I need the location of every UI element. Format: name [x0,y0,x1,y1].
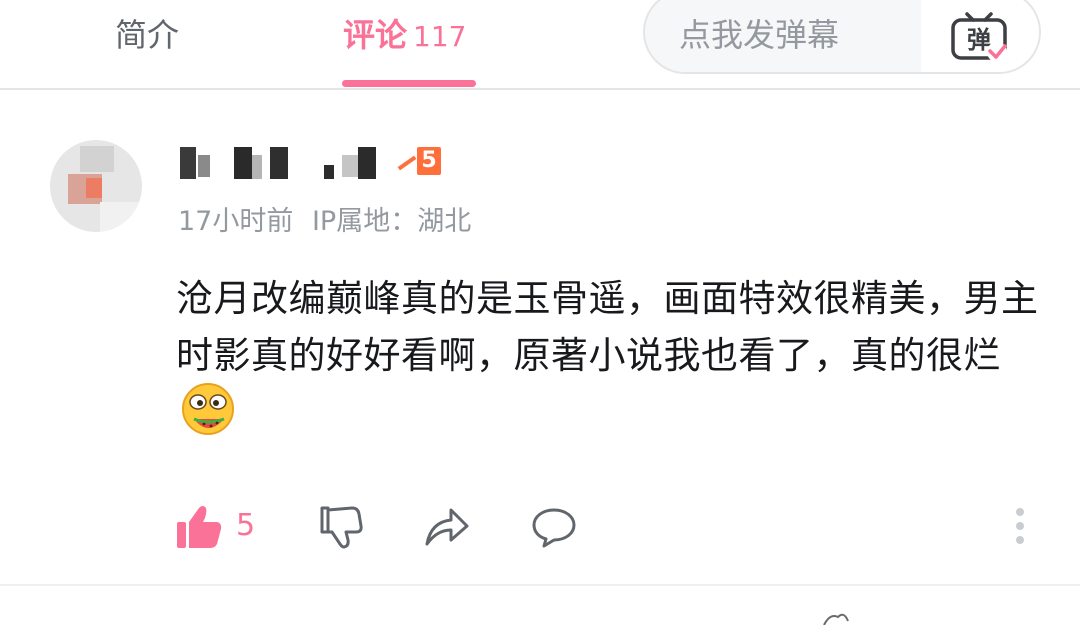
danmaku-input-box[interactable]: 点我发弹幕 弹 [643,0,1041,74]
comment-meta: 17小时前 IP属地：湖北 [178,199,481,238]
comment-divider [0,584,1080,586]
tab-comments[interactable]: 评论 117 [343,10,466,56]
next-comment-avatar-peek [820,610,850,626]
tab-intro-label: 简介 [115,16,180,54]
ip-location: IP属地：湖北 [311,206,472,237]
danmaku-toggle-button[interactable]: 弹 [921,0,1039,72]
reply-button[interactable] [530,504,578,554]
like-count: 5 [236,508,256,543]
tab-comments-label: 评论 [343,16,408,54]
thumbs-up-filled-icon [177,506,222,548]
share-button[interactable] [423,504,471,554]
tab-intro[interactable]: 简介 [115,10,179,56]
level-number: 5 [417,147,441,175]
avatar[interactable] [50,140,142,232]
comment-body[interactable]: 沧月改编巅峰真的是玉骨遥，画面特效很精美，男主时影真的好好看啊，原著小说我也看了… [176,270,1046,443]
comment-time: 17小时前 [178,206,294,237]
danmaku-input[interactable]: 点我发弹幕 [679,10,839,56]
dislike-button[interactable] [318,504,364,554]
comment-action-bar: 5 [0,500,1080,560]
danmaku-tv-icon: 弹 [951,12,1007,62]
comments-count: 117 [413,20,467,53]
like-button[interactable] [175,504,223,554]
thumbs-down-icon [320,506,363,549]
watermelon-face-emoji-icon [180,381,236,437]
share-arrow-icon [425,508,469,546]
level-badge: 5 [395,147,445,175]
tab-bar: 简介 评论 117 点我发弹幕 弹 [0,0,1080,87]
username-pixelated[interactable] [176,143,386,181]
tab-divider [0,88,1080,90]
comment-text: 沧月改编巅峰真的是玉骨遥，画面特效很精美，男主时影真的好好看啊，原著小说我也看了… [176,277,1039,377]
comment-bubble-icon [532,508,576,548]
more-options-icon[interactable] [1010,508,1030,548]
active-tab-indicator [342,80,476,87]
